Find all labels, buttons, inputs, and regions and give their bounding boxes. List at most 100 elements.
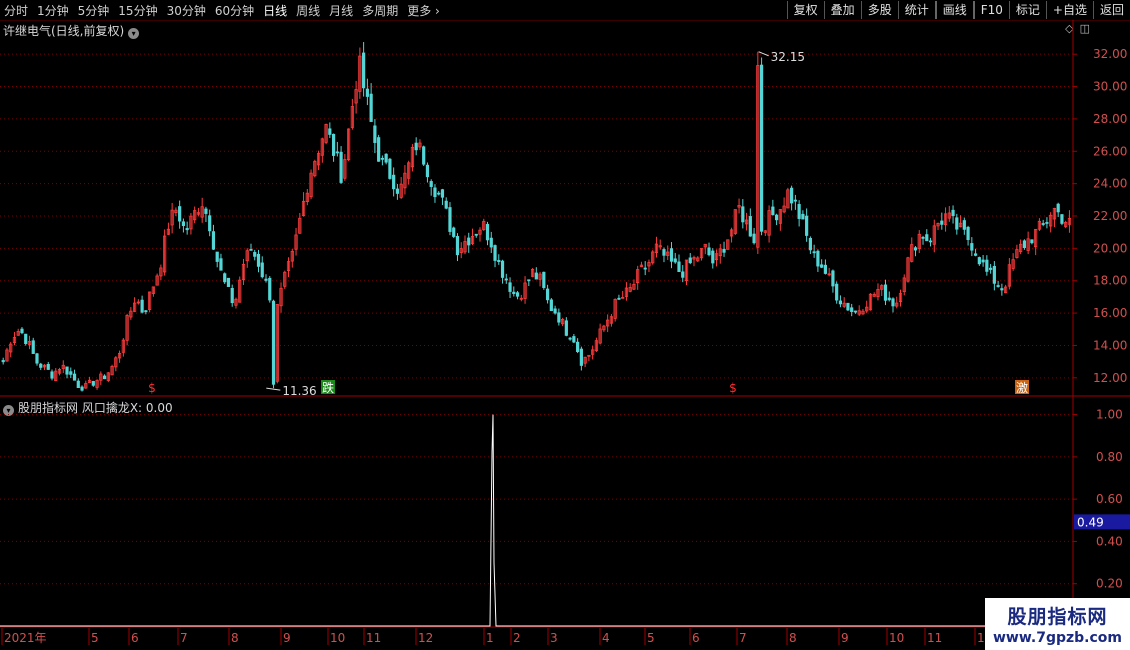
candle-body [35, 353, 39, 364]
candle-body [80, 386, 84, 391]
time-label: 6 [692, 631, 700, 645]
candle-body [771, 206, 775, 216]
indicator-tick-label: 0.40 [1096, 534, 1123, 548]
candle-body [579, 348, 583, 366]
candle-body [271, 300, 276, 385]
candle-body [542, 271, 546, 288]
candle-body [973, 253, 978, 256]
candle-body [362, 52, 366, 89]
watermark-line1: 股朋指标网 [1007, 606, 1108, 628]
candle-body [741, 206, 745, 223]
candle-body [422, 146, 426, 165]
price-tick-label: 12.00 [1093, 371, 1127, 385]
candle-body [1000, 288, 1004, 291]
signal-marker: 激 [1016, 381, 1028, 395]
candle-body [643, 267, 647, 270]
candle-body [797, 204, 801, 219]
candle-body [846, 302, 850, 311]
candle-body [365, 88, 369, 97]
candle-body [395, 188, 400, 194]
candle-body [508, 282, 512, 292]
candle-body [467, 237, 471, 246]
candle-body [572, 336, 576, 343]
time-label: 12 [418, 631, 433, 645]
candle-body [677, 261, 681, 272]
candle-body [801, 213, 805, 220]
time-label: 11 [927, 631, 942, 645]
signal-marker: 跌 [322, 380, 334, 395]
candle-body [662, 249, 666, 256]
candle-body [144, 310, 148, 313]
candle-body [208, 215, 212, 232]
candle-body [331, 133, 336, 156]
candle-body [91, 381, 95, 386]
price-tick-label: 18.00 [1093, 274, 1127, 288]
candle-body [962, 220, 966, 230]
time-label: 4 [602, 631, 610, 645]
candle-body [805, 215, 809, 236]
candle-body [820, 264, 824, 268]
candle-body [260, 262, 264, 278]
time-label: 1 [486, 631, 494, 645]
candle-body [474, 233, 478, 236]
candle-body [568, 337, 572, 340]
candle-body [831, 270, 835, 287]
candle-body [707, 247, 711, 256]
time-label: 5 [647, 631, 655, 645]
candle-body [981, 259, 985, 263]
candle-body [425, 164, 430, 178]
candle-body [335, 151, 339, 154]
candle-body [515, 292, 520, 297]
candle-body [527, 279, 531, 282]
candle-body [264, 278, 268, 281]
candle-body [1060, 214, 1064, 224]
candle-body [444, 200, 448, 209]
candle-body [39, 363, 43, 368]
candle-body [65, 366, 69, 375]
indicator-value-label: 0.49 [1077, 515, 1104, 529]
candle-body [215, 251, 219, 262]
price-tick-label: 32.00 [1093, 47, 1127, 61]
candle-body [970, 243, 974, 251]
candle-body [437, 192, 441, 195]
candle-body [816, 250, 820, 267]
candle-body [838, 300, 843, 305]
price-tick-label: 22.00 [1093, 209, 1127, 223]
candle-body [268, 277, 272, 301]
candle-body [455, 236, 460, 256]
candle-body [50, 371, 54, 379]
signal-marker: $ [148, 381, 156, 395]
candle-body [448, 207, 452, 232]
candle-body [429, 181, 433, 187]
watermark-line2: www.7gpzb.com [992, 630, 1122, 646]
candle-body [985, 259, 989, 272]
candle-body [102, 375, 107, 380]
candle-body [853, 310, 858, 313]
candle-body [219, 258, 223, 271]
candle-body [31, 340, 35, 354]
price-tick-label: 16.00 [1093, 306, 1127, 320]
candle-body [955, 217, 959, 230]
candle-body [1, 360, 5, 363]
candle-body [748, 216, 752, 237]
candle-body [46, 364, 50, 370]
candle-body [576, 341, 580, 352]
price-tick-label: 14.00 [1093, 338, 1127, 352]
candle-body [925, 234, 929, 242]
candle-body [1041, 223, 1045, 225]
candle-body [500, 260, 505, 278]
candle-body [440, 189, 445, 198]
candle-body [673, 258, 677, 263]
time-label: 2021年 [4, 631, 47, 645]
candle-body [69, 371, 73, 375]
candle-body [249, 248, 253, 251]
candle-body [928, 240, 933, 243]
candle-body [681, 271, 685, 278]
candle-body [20, 328, 24, 334]
time-label: 7 [739, 631, 747, 645]
candle-body [433, 187, 437, 198]
price-tick-label: 28.00 [1093, 112, 1127, 126]
time-label: 8 [231, 631, 239, 645]
time-label: 7 [180, 631, 188, 645]
time-label: 8 [789, 631, 797, 645]
